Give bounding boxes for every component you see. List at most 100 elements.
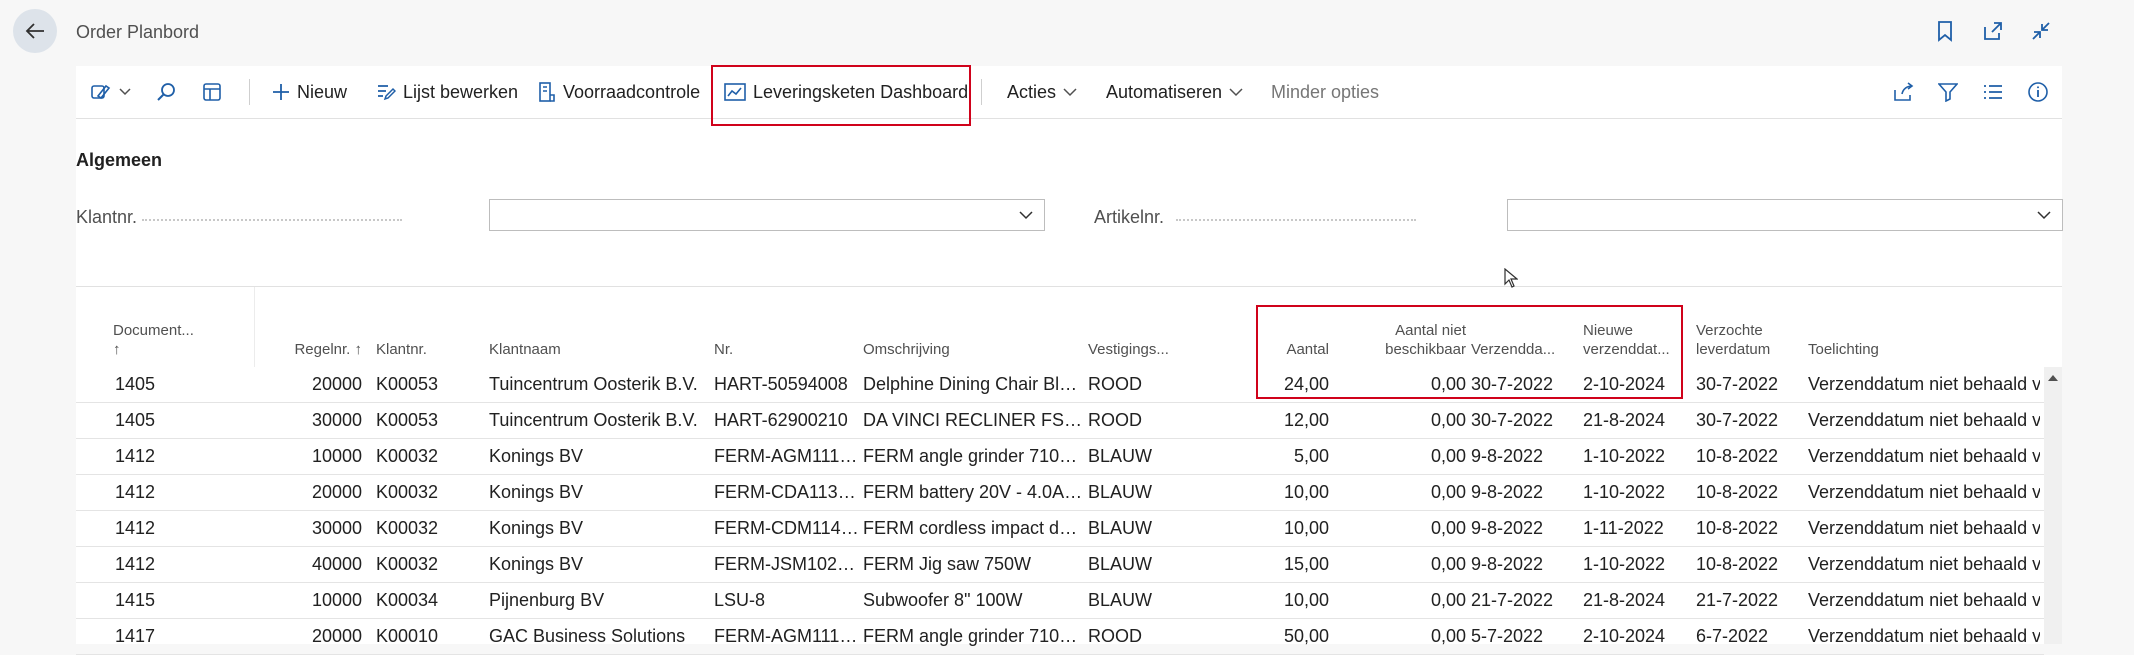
- edit-mode-button[interactable]: [90, 66, 131, 118]
- cell-document[interactable]: 1412: [115, 475, 235, 510]
- automate-menu[interactable]: Automatiseren: [1106, 66, 1243, 118]
- cell-description: FERM angle grinder 710W...: [863, 626, 1083, 646]
- cell-description: FERM angle grinder 710W...: [863, 446, 1083, 466]
- cell-no: LSU-8: [714, 590, 766, 610]
- column-header-new-ship-date-line2: verzenddat...: [1583, 341, 1670, 358]
- info-icon: [2028, 82, 2048, 102]
- column-header-no-label: Nr.: [714, 341, 734, 358]
- table-row[interactable]: 1415 10000 K00034 Pijnenburg BV LSU-8 Su…: [76, 583, 2044, 619]
- column-header-ship-date-label: Verzendda...: [1471, 341, 1556, 358]
- table-row[interactable]: 1412 10000 K00032 Konings BV FERM-AGM111…: [76, 439, 2044, 475]
- table-row[interactable]: 1417 20000 K00010 GAC Business Solutions…: [76, 619, 2044, 655]
- table-row[interactable]: 1412 30000 K00032 Konings BV FERM-CDM114…: [76, 511, 2044, 547]
- new-button[interactable]: Nieuw: [272, 66, 347, 118]
- table-row[interactable]: 1412 40000 K00032 Konings BV FERM-JSM102…: [76, 547, 2044, 583]
- column-header-document[interactable]: Document... ↑: [113, 287, 238, 367]
- column-header-requested-date[interactable]: Verzochte leverdatum: [1696, 287, 1796, 367]
- column-header-note[interactable]: Toelichting: [1808, 287, 2008, 367]
- share-button[interactable]: [1892, 66, 1914, 118]
- cell-line-no: 40000: [311, 554, 362, 574]
- cell-requested-date: 6-7-2022: [1696, 626, 1769, 646]
- column-header-line-no[interactable]: Regelnr. ↑: [266, 287, 362, 367]
- cell-note: Verzenddatum niet behaald vo: [1808, 446, 2040, 466]
- column-header-customer-no[interactable]: Klantnr.: [376, 287, 456, 367]
- edit-mode-icon: [91, 84, 111, 100]
- cell-line-no: 30000: [311, 518, 362, 538]
- table-row[interactable]: 1412 20000 K00032 Konings BV FERM-CDA113…: [76, 475, 2044, 511]
- cell-description: Subwoofer 8" 100W: [863, 590, 1023, 610]
- new-button-label: Nieuw: [297, 81, 348, 102]
- cell-no: FERM-CDA1133P: [714, 482, 859, 502]
- column-header-qty-unavailable[interactable]: Aantal niet beschikbaar: [1346, 287, 1466, 367]
- column-header-location[interactable]: Vestigings...: [1088, 287, 1198, 367]
- table-row[interactable]: 1405 20000 K00053 Tuincentrum Oosterik B…: [76, 367, 2044, 403]
- cell-qty-unavailable: 0,00: [1430, 482, 1466, 502]
- bookmark-button[interactable]: [1932, 18, 1958, 44]
- cell-document[interactable]: 1415: [115, 583, 235, 618]
- list-view-button[interactable]: [1983, 66, 2003, 118]
- column-header-description[interactable]: Omschrijving: [863, 287, 1063, 367]
- cell-customer-name: Konings BV: [489, 554, 584, 574]
- cell-qty-unavailable: 0,00: [1430, 446, 1466, 466]
- scroll-up-icon[interactable]: [2048, 375, 2058, 381]
- cell-description: FERM battery 20V - 4.0Ah ...: [863, 482, 1083, 502]
- column-header-no[interactable]: Nr.: [714, 287, 814, 367]
- chevron-down-icon: [1063, 87, 1077, 96]
- cell-quantity: 10,00: [1283, 590, 1329, 610]
- item-no-field[interactable]: [1507, 199, 2063, 231]
- cell-new-ship-date: 2-10-2024: [1583, 626, 1666, 646]
- open-new-window-button[interactable]: [1980, 18, 2006, 44]
- chevron-down-icon: [2037, 211, 2051, 220]
- list-view-icon: [1984, 85, 2002, 99]
- column-header-document-label: Document...: [113, 322, 194, 339]
- supply-chain-dashboard-button[interactable]: Leveringsketen Dashboard: [724, 66, 968, 118]
- column-header-ship-date[interactable]: Verzendda...: [1471, 287, 1571, 367]
- cell-quantity: 5,00: [1293, 446, 1329, 466]
- cell-ship-date: 30-7-2022: [1471, 374, 1554, 394]
- general-section-title: Algemeen: [76, 150, 163, 170]
- layout-button[interactable]: [202, 66, 222, 118]
- cell-requested-date: 10-8-2022: [1696, 518, 1779, 538]
- cell-requested-date: 21-7-2022: [1696, 590, 1779, 610]
- cell-document[interactable]: 1405: [115, 367, 235, 402]
- cell-note: Verzenddatum niet behaald vo: [1808, 590, 2040, 610]
- column-header-customer-name[interactable]: Klantnaam: [489, 287, 689, 367]
- cell-quantity: 10,00: [1283, 518, 1329, 538]
- column-header-new-ship-date[interactable]: Nieuwe verzenddat...: [1583, 287, 1688, 367]
- action-bar-separator: [981, 79, 982, 105]
- cell-customer-no: K00032: [376, 446, 439, 466]
- cell-customer-no: K00053: [376, 374, 439, 394]
- collapse-button[interactable]: [2028, 18, 2054, 44]
- cell-location: BLAUW: [1088, 446, 1153, 466]
- search-button[interactable]: [155, 66, 177, 118]
- stock-check-button[interactable]: Voorraadcontrole: [538, 66, 700, 118]
- cell-document[interactable]: 1405: [115, 403, 235, 438]
- edit-list-button[interactable]: Lijst bewerken: [376, 66, 518, 118]
- cell-note: Verzenddatum niet behaald vo: [1808, 518, 2040, 538]
- cell-line-no: 20000: [311, 482, 362, 502]
- fewer-options-button[interactable]: Minder opties: [1271, 66, 1379, 118]
- column-header-customer-no-label: Klantnr.: [376, 341, 427, 358]
- cell-location: BLAUW: [1088, 482, 1153, 502]
- cell-document[interactable]: 1417: [115, 619, 235, 654]
- table-row[interactable]: 1405 30000 K00053 Tuincentrum Oosterik B…: [76, 403, 2044, 439]
- order-lines-grid: Document... ↑ Regelnr. ↑ Klantnr. Klantn…: [76, 287, 2062, 655]
- cell-document[interactable]: 1412: [115, 547, 235, 582]
- filter-button[interactable]: [1938, 66, 1958, 118]
- cell-ship-date: 9-8-2022: [1471, 554, 1544, 574]
- info-button[interactable]: [2027, 66, 2049, 118]
- vertical-scrollbar[interactable]: [2044, 367, 2062, 644]
- search-icon: [157, 83, 175, 101]
- cell-location: ROOD: [1088, 410, 1142, 430]
- cell-note: Verzenddatum niet behaald vo: [1808, 374, 2040, 394]
- cell-quantity: 24,00: [1283, 374, 1329, 394]
- actions-menu[interactable]: Acties: [1007, 66, 1077, 118]
- layout-icon: [203, 83, 221, 101]
- chevron-down-icon: [1019, 211, 1033, 220]
- cell-document[interactable]: 1412: [115, 439, 235, 474]
- column-header-quantity[interactable]: Aantal: [1256, 287, 1329, 367]
- customer-no-field[interactable]: [489, 199, 1045, 231]
- column-header-new-ship-date-line1: Nieuwe: [1583, 322, 1634, 339]
- back-button[interactable]: [13, 9, 57, 53]
- cell-document[interactable]: 1412: [115, 511, 235, 546]
